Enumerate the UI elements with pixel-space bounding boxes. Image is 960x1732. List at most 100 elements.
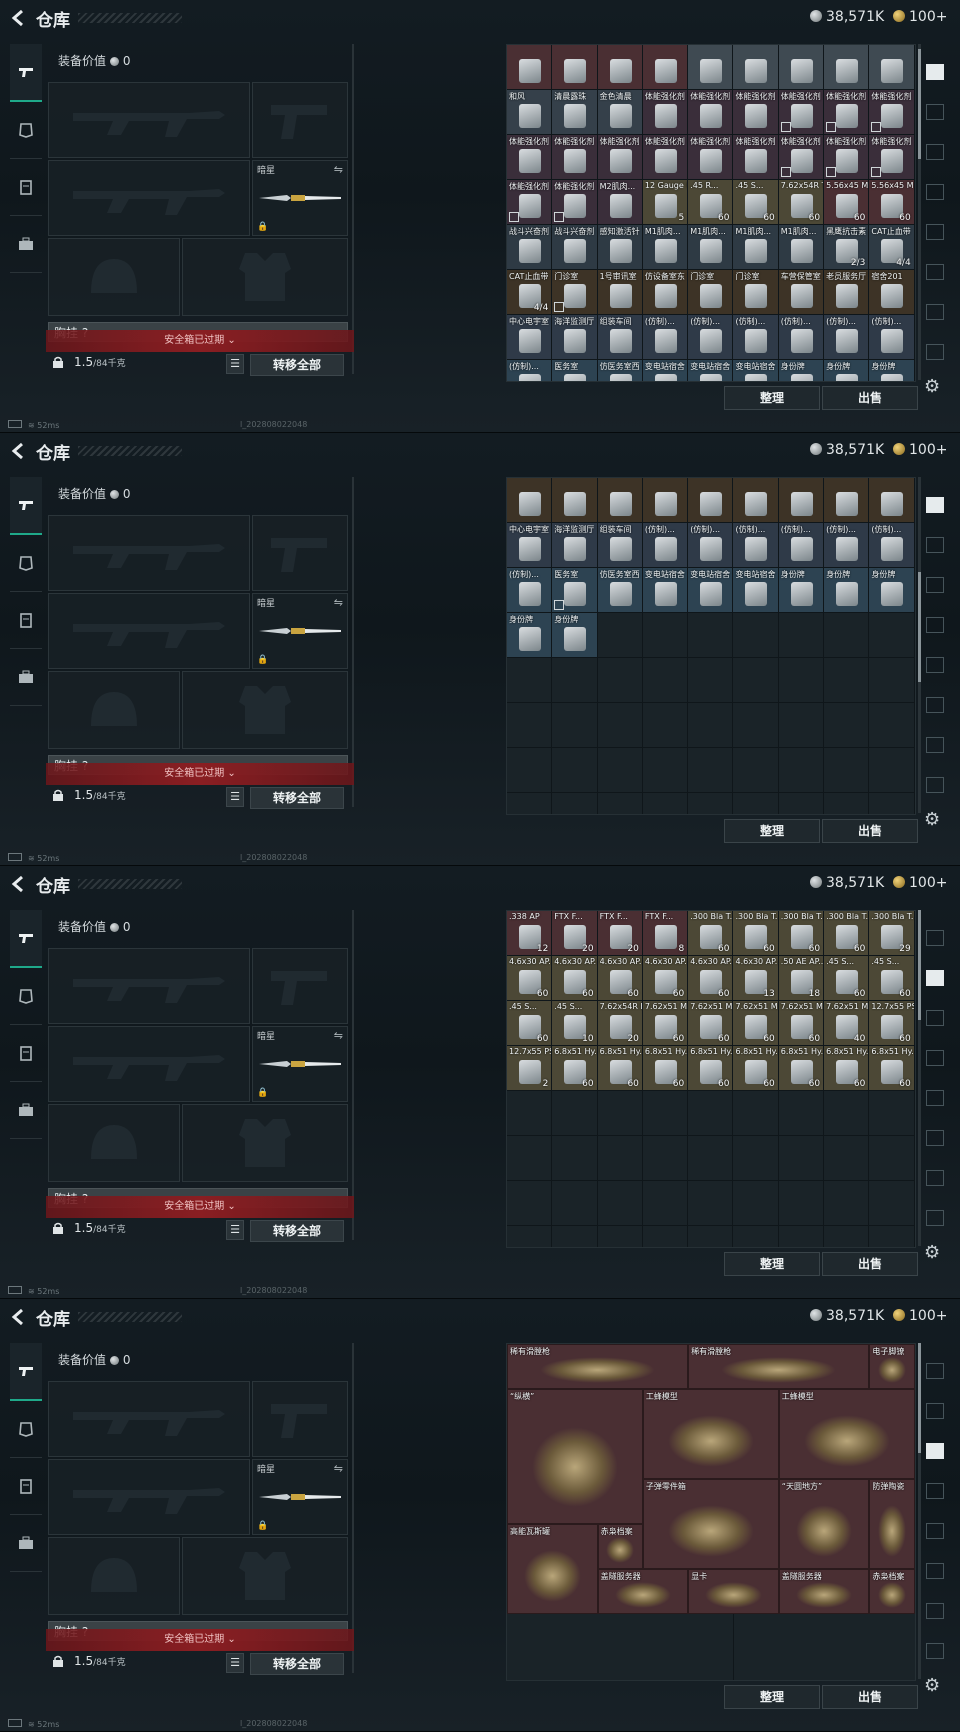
stash-item[interactable]	[733, 45, 779, 90]
sort-button[interactable]: 整理	[724, 1252, 820, 1276]
list-view-button[interactable]: ☰	[226, 1220, 244, 1240]
transfer-all-button[interactable]: 转移全部	[250, 787, 344, 809]
stash-item[interactable]: 组装车间	[597, 315, 643, 360]
stash-item[interactable]	[642, 478, 689, 523]
stash-item[interactable]: (仿制)...	[778, 315, 825, 360]
stash-item[interactable]: (仿制)...	[642, 523, 689, 568]
stash-item[interactable]: “纵横”	[507, 1389, 643, 1524]
stash-item[interactable]	[507, 478, 553, 523]
stash-item[interactable]: 电子脚镣	[869, 1344, 915, 1389]
pistol-slot[interactable]	[252, 515, 348, 591]
secondary-weapon-slot[interactable]	[48, 160, 250, 236]
safe-box-expired-banner[interactable]: 安全箱已过期 ⌄	[46, 1196, 354, 1218]
sell-button[interactable]: 出售	[822, 819, 918, 843]
stash-page-tab[interactable]	[924, 565, 946, 605]
stash-item[interactable]: 体能强化剂	[688, 90, 734, 135]
pistol-slot[interactable]	[252, 1381, 348, 1457]
stash-item[interactable]: 体能强化剂	[642, 90, 689, 135]
stash-item[interactable]: 变电站宿舍	[733, 568, 779, 613]
helmet-slot[interactable]	[48, 1537, 180, 1615]
stash-item[interactable]: 身份牌	[778, 360, 825, 381]
back-arrow-icon[interactable]	[10, 1308, 28, 1326]
nav-armor[interactable]	[10, 535, 42, 592]
stash-item[interactable]	[507, 45, 553, 90]
stash-item[interactable]: 7.62x51 M... 60	[642, 1001, 689, 1046]
sort-button[interactable]: 整理	[724, 1685, 820, 1709]
stash-item[interactable]: 12 Gauge F... 5	[642, 180, 689, 225]
stash-item[interactable]: 显卡	[688, 1569, 779, 1614]
stash-item[interactable]: .45 S... 60	[507, 1001, 553, 1046]
stash-item[interactable]: FTX F... 20	[552, 911, 598, 956]
add-gold-icon[interactable]: +	[936, 1308, 948, 1324]
stash-page-tab[interactable]	[924, 332, 946, 372]
stash-item[interactable]: 盖隧服务器	[778, 1569, 870, 1614]
stash-page-tab[interactable]	[924, 1431, 946, 1471]
stash-page-tab[interactable]	[924, 92, 946, 132]
stash-item[interactable]: M1肌肉...	[733, 225, 779, 270]
nav-rig[interactable]	[10, 159, 42, 216]
stash-item[interactable]: 7.62x51 M... 60	[688, 1001, 734, 1046]
stash-item[interactable]	[778, 45, 825, 90]
stash-page-tab[interactable]	[924, 1118, 946, 1158]
gear-icon[interactable]: ⚙	[924, 1242, 940, 1263]
stash-item[interactable]: 身份牌	[507, 613, 553, 658]
stash-item[interactable]: 12.7x55 PS... 60	[869, 1001, 915, 1046]
stash-scrollbar[interactable]	[918, 44, 921, 380]
nav-weapons[interactable]	[10, 910, 42, 968]
stash-item[interactable]: 6.8x51 Hy... 60	[642, 1046, 689, 1091]
stash-item[interactable]: 体能强化剂	[824, 90, 870, 135]
stash-item[interactable]: .300 Bla T... 29	[869, 911, 915, 956]
transfer-all-button[interactable]: 转移全部	[250, 354, 344, 376]
stash-item[interactable]: .338 AP 12	[507, 911, 553, 956]
nav-backpack[interactable]	[10, 649, 42, 706]
stash-item[interactable]: 体能强化剂	[688, 135, 734, 180]
nav-armor[interactable]	[10, 968, 42, 1025]
pistol-slot[interactable]	[252, 82, 348, 158]
secondary-weapon-slot[interactable]	[48, 593, 250, 669]
gold-currency[interactable]: 100+	[893, 1308, 947, 1324]
add-gold-icon[interactable]: +	[936, 9, 948, 25]
stash-item[interactable]: 6.8x51 Hy... 60	[869, 1046, 915, 1091]
stash-item[interactable]: 金色清晨	[597, 90, 643, 135]
gold-currency[interactable]: 100+	[893, 9, 947, 25]
stash-item[interactable]: 海洋监测厅	[552, 315, 598, 360]
stash-item[interactable]: 海洋监测厅	[552, 523, 598, 568]
stash-item[interactable]	[869, 45, 915, 90]
stash-page-tab[interactable]	[924, 998, 946, 1038]
stash-item[interactable]	[869, 478, 915, 523]
nav-backpack[interactable]	[10, 1515, 42, 1572]
stash-item[interactable]	[552, 478, 598, 523]
stash-item[interactable]: 体能强化剂	[552, 180, 598, 225]
stash-scrollbar[interactable]	[918, 1343, 921, 1679]
stash-item[interactable]: .300 Bla T... 60	[778, 911, 825, 956]
primary-weapon-slot[interactable]	[48, 82, 250, 158]
nav-weapons[interactable]	[10, 477, 42, 535]
stash-item[interactable]: 4.6x30 AP... 60	[507, 956, 553, 1001]
helmet-slot[interactable]	[48, 671, 180, 749]
stash-item[interactable]: 黑鹰抗击素 2/3	[824, 225, 870, 270]
stash-item[interactable]: (仿制)...	[824, 523, 870, 568]
back-arrow-icon[interactable]	[10, 9, 28, 27]
stash-scrollbar[interactable]	[918, 910, 921, 1246]
stash-page-tab[interactable]	[924, 525, 946, 565]
back-arrow-icon[interactable]	[10, 875, 28, 893]
stash-page-tab[interactable]	[924, 765, 946, 805]
stash-page-tab[interactable]	[924, 1078, 946, 1118]
stash-page-tab[interactable]	[924, 1551, 946, 1591]
stash-page-tab[interactable]	[924, 1351, 946, 1391]
stash-item[interactable]: 7.62x54R B... 20	[597, 1001, 643, 1046]
secondary-weapon-slot[interactable]	[48, 1026, 250, 1102]
stash-item[interactable]: 身份牌	[869, 568, 915, 613]
stash-item[interactable]: 6.8x51 Hy... 60	[733, 1046, 779, 1091]
stash-item[interactable]: 4.6x30 AP... 60	[688, 956, 734, 1001]
sort-button[interactable]: 整理	[724, 386, 820, 410]
stash-item[interactable]: 7.62x51 M... 60	[733, 1001, 779, 1046]
nav-backpack[interactable]	[10, 1082, 42, 1139]
safe-box-expired-banner[interactable]: 安全箱已过期 ⌄	[46, 1629, 354, 1651]
stash-item[interactable]: 战斗兴奋剂	[507, 225, 553, 270]
stash-item[interactable]	[552, 45, 598, 90]
stash-item[interactable]	[642, 45, 689, 90]
stash-item[interactable]: 7.62x54R T... 60	[778, 180, 825, 225]
stash-item[interactable]: “天圆地方”	[778, 1479, 870, 1569]
stash-item[interactable]: .50 AE AP... 18	[778, 956, 825, 1001]
